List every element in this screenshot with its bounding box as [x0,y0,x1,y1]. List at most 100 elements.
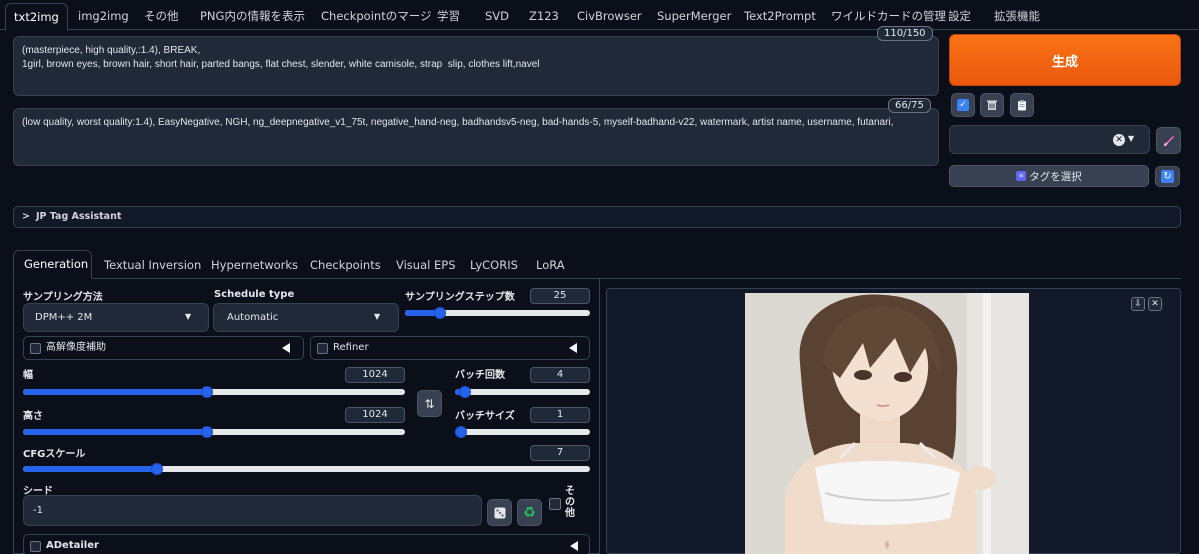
width-input[interactable]: 1024 [345,367,405,383]
height-label: 高さ [23,411,43,422]
adetailer-row[interactable]: ADetailer [23,534,590,554]
refiner-row[interactable]: Refiner [310,336,590,360]
tag-select-label: タグを選択 [1029,170,1082,183]
tab-checkpoints[interactable]: Checkpoints [300,252,391,279]
tab-svd[interactable]: SVD [477,3,517,29]
styles-dropdown[interactable]: ✕ ▼ [949,125,1150,154]
width-slider[interactable] [23,386,405,398]
refresh-icon: ↻ [1161,170,1174,183]
tab-other[interactable]: その他 [136,3,187,29]
checkbox-icon: ✓ [957,99,969,111]
tab-txt2img[interactable]: txt2img [5,3,68,31]
generation-tab-bar: Generation Textual Inversion Hypernetwor… [13,249,1181,279]
steps-input[interactable]: 25 [530,288,590,304]
tab-generation[interactable]: Generation [13,250,92,279]
cfg-input[interactable]: 7 [530,445,590,461]
hires-fix-checkbox[interactable] [30,343,41,354]
slider-thumb[interactable] [151,463,163,475]
sampler-label: サンプリング方法 [23,292,103,303]
random-seed-button[interactable] [487,499,512,526]
slider-thumb[interactable] [201,386,213,398]
schedule-dropdown[interactable]: Automatic ▼ [213,303,399,332]
clipboard-icon [1018,100,1026,111]
swap-dimensions-button[interactable]: ⇅ [417,390,442,417]
positive-token-counter: 110/150 [877,26,933,41]
cfg-label: CFGスケール [23,449,86,460]
tab-settings[interactable]: 設定 [940,3,979,29]
download-icon[interactable]: ⇩ [1131,297,1145,311]
extra-seed-label: その他 [565,486,575,519]
main-tab-bar: txt2img img2img その他 PNG内の情報を表示 Checkpoin… [0,0,1199,31]
slider-thumb[interactable] [201,426,213,438]
width-label: 幅 [23,370,33,381]
read-params-button[interactable]: ✓ [951,93,975,117]
tab-checkpoint-merger[interactable]: Checkpointのマージ [313,3,439,29]
styles-button[interactable] [1010,93,1034,117]
sampler-value: DPM++ 2M [35,312,93,323]
tab-text2prompt[interactable]: Text2Prompt [736,3,824,29]
atom-icon: ⚛ [1016,171,1027,181]
batch-size-label: バッチサイズ [455,411,515,422]
hires-fix-row[interactable]: 高解像度補助 [23,336,304,360]
tab-img2img[interactable]: img2img [70,3,137,29]
portrait-illustration [745,293,1029,554]
generated-image[interactable] [745,293,1029,554]
tab-visual-eps[interactable]: Visual EPS [386,252,466,279]
batch-size-input[interactable]: 1 [530,407,590,423]
steps-label: サンプリングステップ数 [405,292,515,303]
chevron-down-icon: ▼ [185,312,192,321]
tab-lora[interactable]: LoRA [526,252,575,279]
slider-thumb[interactable] [459,386,471,398]
brush-icon [1163,135,1174,146]
batch-count-label: バッチ回数 [455,370,505,381]
reuse-seed-button[interactable]: ♻ [517,499,542,526]
negative-token-counter: 66/75 [888,98,931,113]
recycle-icon: ♻ [523,504,536,521]
edit-styles-button[interactable] [1156,127,1181,154]
tab-civbrowser[interactable]: CivBrowser [569,3,650,29]
batch-count-input[interactable]: 4 [530,367,590,383]
tab-supermerger[interactable]: SuperMerger [649,3,739,29]
height-slider[interactable] [23,426,405,438]
refiner-label: Refiner [333,342,369,353]
chevron-down-icon: ▼ [1128,134,1135,143]
jp-tag-assistant-accordion[interactable]: > JP Tag Assistant [13,206,1181,228]
height-input[interactable]: 1024 [345,407,405,423]
tab-lycoris[interactable]: LyCORIS [460,252,528,279]
clear-prompt-button[interactable] [980,93,1004,117]
extra-seed-checkbox[interactable] [549,498,561,510]
tab-textual-inversion[interactable]: Textual Inversion [94,252,211,279]
tab-train[interactable]: 学習 [429,3,468,29]
collapse-arrow-icon [570,541,578,551]
positive-prompt-input[interactable]: (masterpiece, high quality,:1.4), BREAK,… [13,36,939,96]
collapse-arrow-icon [282,343,290,353]
tab-z123[interactable]: Z123 [521,3,567,29]
seed-value: -1 [33,505,43,516]
cfg-slider[interactable] [23,463,590,475]
tab-extensions[interactable]: 拡張機能 [986,3,1048,29]
expand-arrow-icon: > [22,211,30,222]
refresh-tags-button[interactable]: ↻ [1155,166,1180,187]
slider-thumb[interactable] [455,426,467,438]
seed-input[interactable]: -1 [23,495,482,526]
trash-icon [987,100,997,110]
refiner-checkbox[interactable] [317,343,328,354]
generate-button[interactable]: 生成 [949,34,1181,86]
clear-icon[interactable]: ✕ [1113,134,1125,146]
tag-select-button[interactable]: ⚛ タグを選択 [949,165,1149,187]
slider-thumb[interactable] [434,307,446,319]
dice-icon [494,507,505,518]
schedule-label: Schedule type [214,289,295,300]
batch-size-slider[interactable] [455,426,590,438]
tab-png-info[interactable]: PNG内の情報を表示 [192,3,313,29]
collapse-arrow-icon [569,343,577,353]
adetailer-checkbox[interactable] [30,541,41,552]
tab-hypernetworks[interactable]: Hypernetworks [201,252,308,279]
schedule-value: Automatic [227,312,279,323]
close-icon[interactable]: ✕ [1148,297,1162,311]
sampler-dropdown[interactable]: DPM++ 2M ▼ [23,303,209,332]
steps-slider[interactable] [405,307,590,319]
batch-count-slider[interactable] [455,386,590,398]
chevron-down-icon: ▼ [374,312,381,321]
negative-prompt-input[interactable]: (low quality, worst quality:1.4), EasyNe… [13,108,939,166]
